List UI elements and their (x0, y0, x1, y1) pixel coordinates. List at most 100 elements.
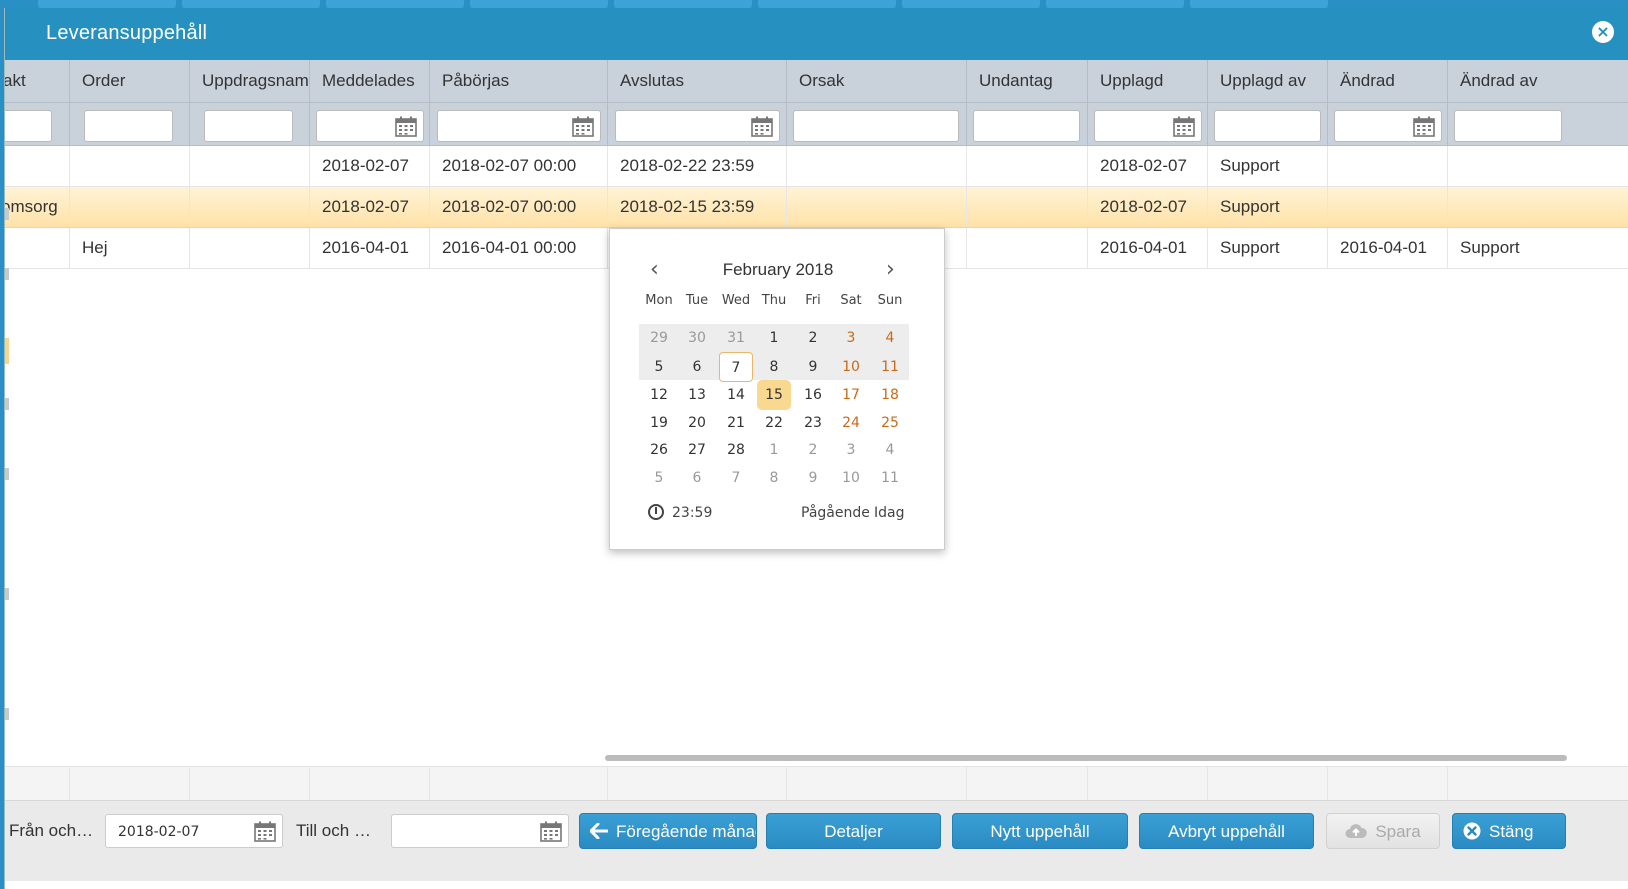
filter-upplagd-av-input[interactable] (1214, 110, 1321, 142)
ongoing-link[interactable]: Pågående (801, 505, 870, 521)
clock-icon[interactable] (648, 504, 664, 520)
table-cell (190, 187, 310, 227)
calendar-icon[interactable] (395, 116, 417, 137)
filter-kontakt-input[interactable] (5, 110, 52, 142)
new-pause-button[interactable]: Nytt uppehåll (952, 813, 1128, 849)
previous-month-button[interactable]: Föregående månad (579, 813, 757, 849)
column-header-meddelades[interactable]: Meddelades (310, 60, 430, 102)
chevron-right-icon[interactable]: › (886, 257, 895, 282)
calendar-day[interactable]: 6 (680, 463, 714, 493)
calendar-day[interactable]: 23 (796, 408, 830, 438)
column-header-upplagd[interactable]: Upplagd (1088, 60, 1208, 102)
calendar-day[interactable]: 4 (873, 323, 907, 353)
calendar-day[interactable]: 8 (757, 463, 791, 493)
calendar-day[interactable]: 10 (834, 463, 868, 493)
save-button[interactable]: Spara (1326, 813, 1440, 849)
calendar-day[interactable]: 2 (796, 323, 830, 353)
calendar-day[interactable]: 21 (719, 408, 753, 438)
column-header-andrad[interactable]: Ändrad (1328, 60, 1448, 102)
calendar-day[interactable]: 1 (757, 323, 791, 353)
filter-uppdragsnamn-input[interactable] (204, 110, 293, 142)
datepicker-time[interactable]: 23:59 (672, 505, 712, 521)
calendar-day[interactable]: 7 (719, 463, 753, 493)
filter-order-input[interactable] (84, 110, 173, 142)
calendar-day[interactable]: 3 (834, 323, 868, 353)
filter-meddelades-input[interactable] (316, 110, 424, 142)
calendar-day[interactable]: 15 (757, 380, 791, 410)
table-row[interactable]: 2018-02-07 2018-02-07 00:00 2018-02-22 2… (5, 146, 1628, 187)
calendar-day[interactable]: 6 (680, 352, 714, 382)
details-button[interactable]: Detaljer (766, 813, 941, 849)
calendar-day[interactable]: 11 (873, 463, 907, 493)
from-date-input[interactable]: 2018-02-07 (105, 814, 283, 848)
calendar-day[interactable]: 25 (873, 408, 907, 438)
filter-cell (310, 103, 430, 145)
calendar-day[interactable]: 17 (834, 380, 868, 410)
close-button[interactable]: Stäng (1452, 813, 1566, 849)
calendar-day[interactable]: 30 (680, 323, 714, 353)
datepicker-month-label[interactable]: February 2018 (610, 260, 946, 280)
calendar-day[interactable]: 9 (796, 352, 830, 382)
column-header-undantag[interactable]: Undantag (967, 60, 1088, 102)
calendar-icon[interactable] (1413, 116, 1435, 137)
calendar-day[interactable]: 14 (719, 380, 753, 410)
column-header-avslutas[interactable]: Avslutas (608, 60, 787, 102)
calendar-day[interactable]: 28 (719, 435, 753, 465)
to-date-input[interactable] (391, 814, 569, 848)
today-link[interactable]: Idag (874, 505, 904, 521)
calendar-day[interactable]: 29 (642, 323, 676, 353)
from-date-label: Från och… (9, 821, 94, 840)
column-header-uppdragsnamn[interactable]: Uppdragsnam (190, 60, 310, 102)
column-header-paborjas[interactable]: Påbörjas (430, 60, 608, 102)
calendar-icon[interactable] (540, 821, 562, 842)
calendar-icon[interactable] (254, 821, 276, 842)
column-header-andrad-av[interactable]: Ändrad av (1448, 60, 1628, 102)
close-icon[interactable]: × (1592, 21, 1614, 43)
column-header-kontakt[interactable]: akt (5, 60, 70, 102)
calendar-day[interactable]: 27 (680, 435, 714, 465)
table-cell: 2018-02-22 23:59 (608, 146, 787, 186)
calendar-day[interactable]: 24 (834, 408, 868, 438)
table-cell (967, 228, 1088, 268)
calendar-day[interactable]: 16 (796, 380, 830, 410)
table-cell (1448, 187, 1628, 227)
filter-undantag-input[interactable] (973, 110, 1080, 142)
calendar-day[interactable]: 31 (719, 323, 753, 353)
calendar-day[interactable]: 8 (757, 352, 791, 382)
filter-cell (190, 103, 310, 145)
calendar-day[interactable]: 3 (834, 435, 868, 465)
filter-andrad-input[interactable] (1334, 110, 1442, 142)
calendar-day[interactable]: 5 (642, 352, 676, 382)
calendar-day[interactable]: 2 (796, 435, 830, 465)
calendar-day[interactable]: 13 (680, 380, 714, 410)
horizontal-scrollbar[interactable] (605, 755, 1567, 761)
calendar-day[interactable]: 19 (642, 408, 676, 438)
calendar-day[interactable]: 26 (642, 435, 676, 465)
dialog-footer: Från och… 2018-02-07 Till och … Föregåen… (5, 800, 1628, 881)
calendar-day[interactable]: 18 (873, 380, 907, 410)
calendar-day[interactable]: 4 (873, 435, 907, 465)
calendar-icon[interactable] (751, 116, 773, 137)
filter-avslutas-input[interactable] (615, 110, 780, 142)
calendar-day[interactable]: 11 (873, 352, 907, 382)
filter-orsak-input[interactable] (793, 110, 959, 142)
column-header-upplagd-av[interactable]: Upplagd av (1208, 60, 1328, 102)
calendar-day[interactable]: 12 (642, 380, 676, 410)
calendar-day[interactable]: 10 (834, 352, 868, 382)
calendar-day[interactable]: 5 (642, 463, 676, 493)
calendar-icon[interactable] (1173, 116, 1195, 137)
calendar-day[interactable]: 9 (796, 463, 830, 493)
calendar-day[interactable]: 20 (680, 408, 714, 438)
column-header-order[interactable]: Order (70, 60, 190, 102)
cancel-pause-button[interactable]: Avbryt uppehåll (1139, 813, 1314, 849)
calendar-icon[interactable] (572, 116, 594, 137)
table-row-selected[interactable]: omsorg 2018-02-07 2018-02-07 00:00 2018-… (5, 187, 1628, 228)
calendar-day[interactable]: 22 (757, 408, 791, 438)
filter-andrad-av-input[interactable] (1454, 110, 1562, 142)
column-header-orsak[interactable]: Orsak (787, 60, 967, 102)
calendar-day[interactable]: 7 (719, 352, 753, 382)
filter-upplagd-input[interactable] (1094, 110, 1202, 142)
table-cell: omsorg (5, 187, 70, 227)
calendar-day[interactable]: 1 (757, 435, 791, 465)
filter-paborjas-input[interactable] (437, 110, 601, 142)
